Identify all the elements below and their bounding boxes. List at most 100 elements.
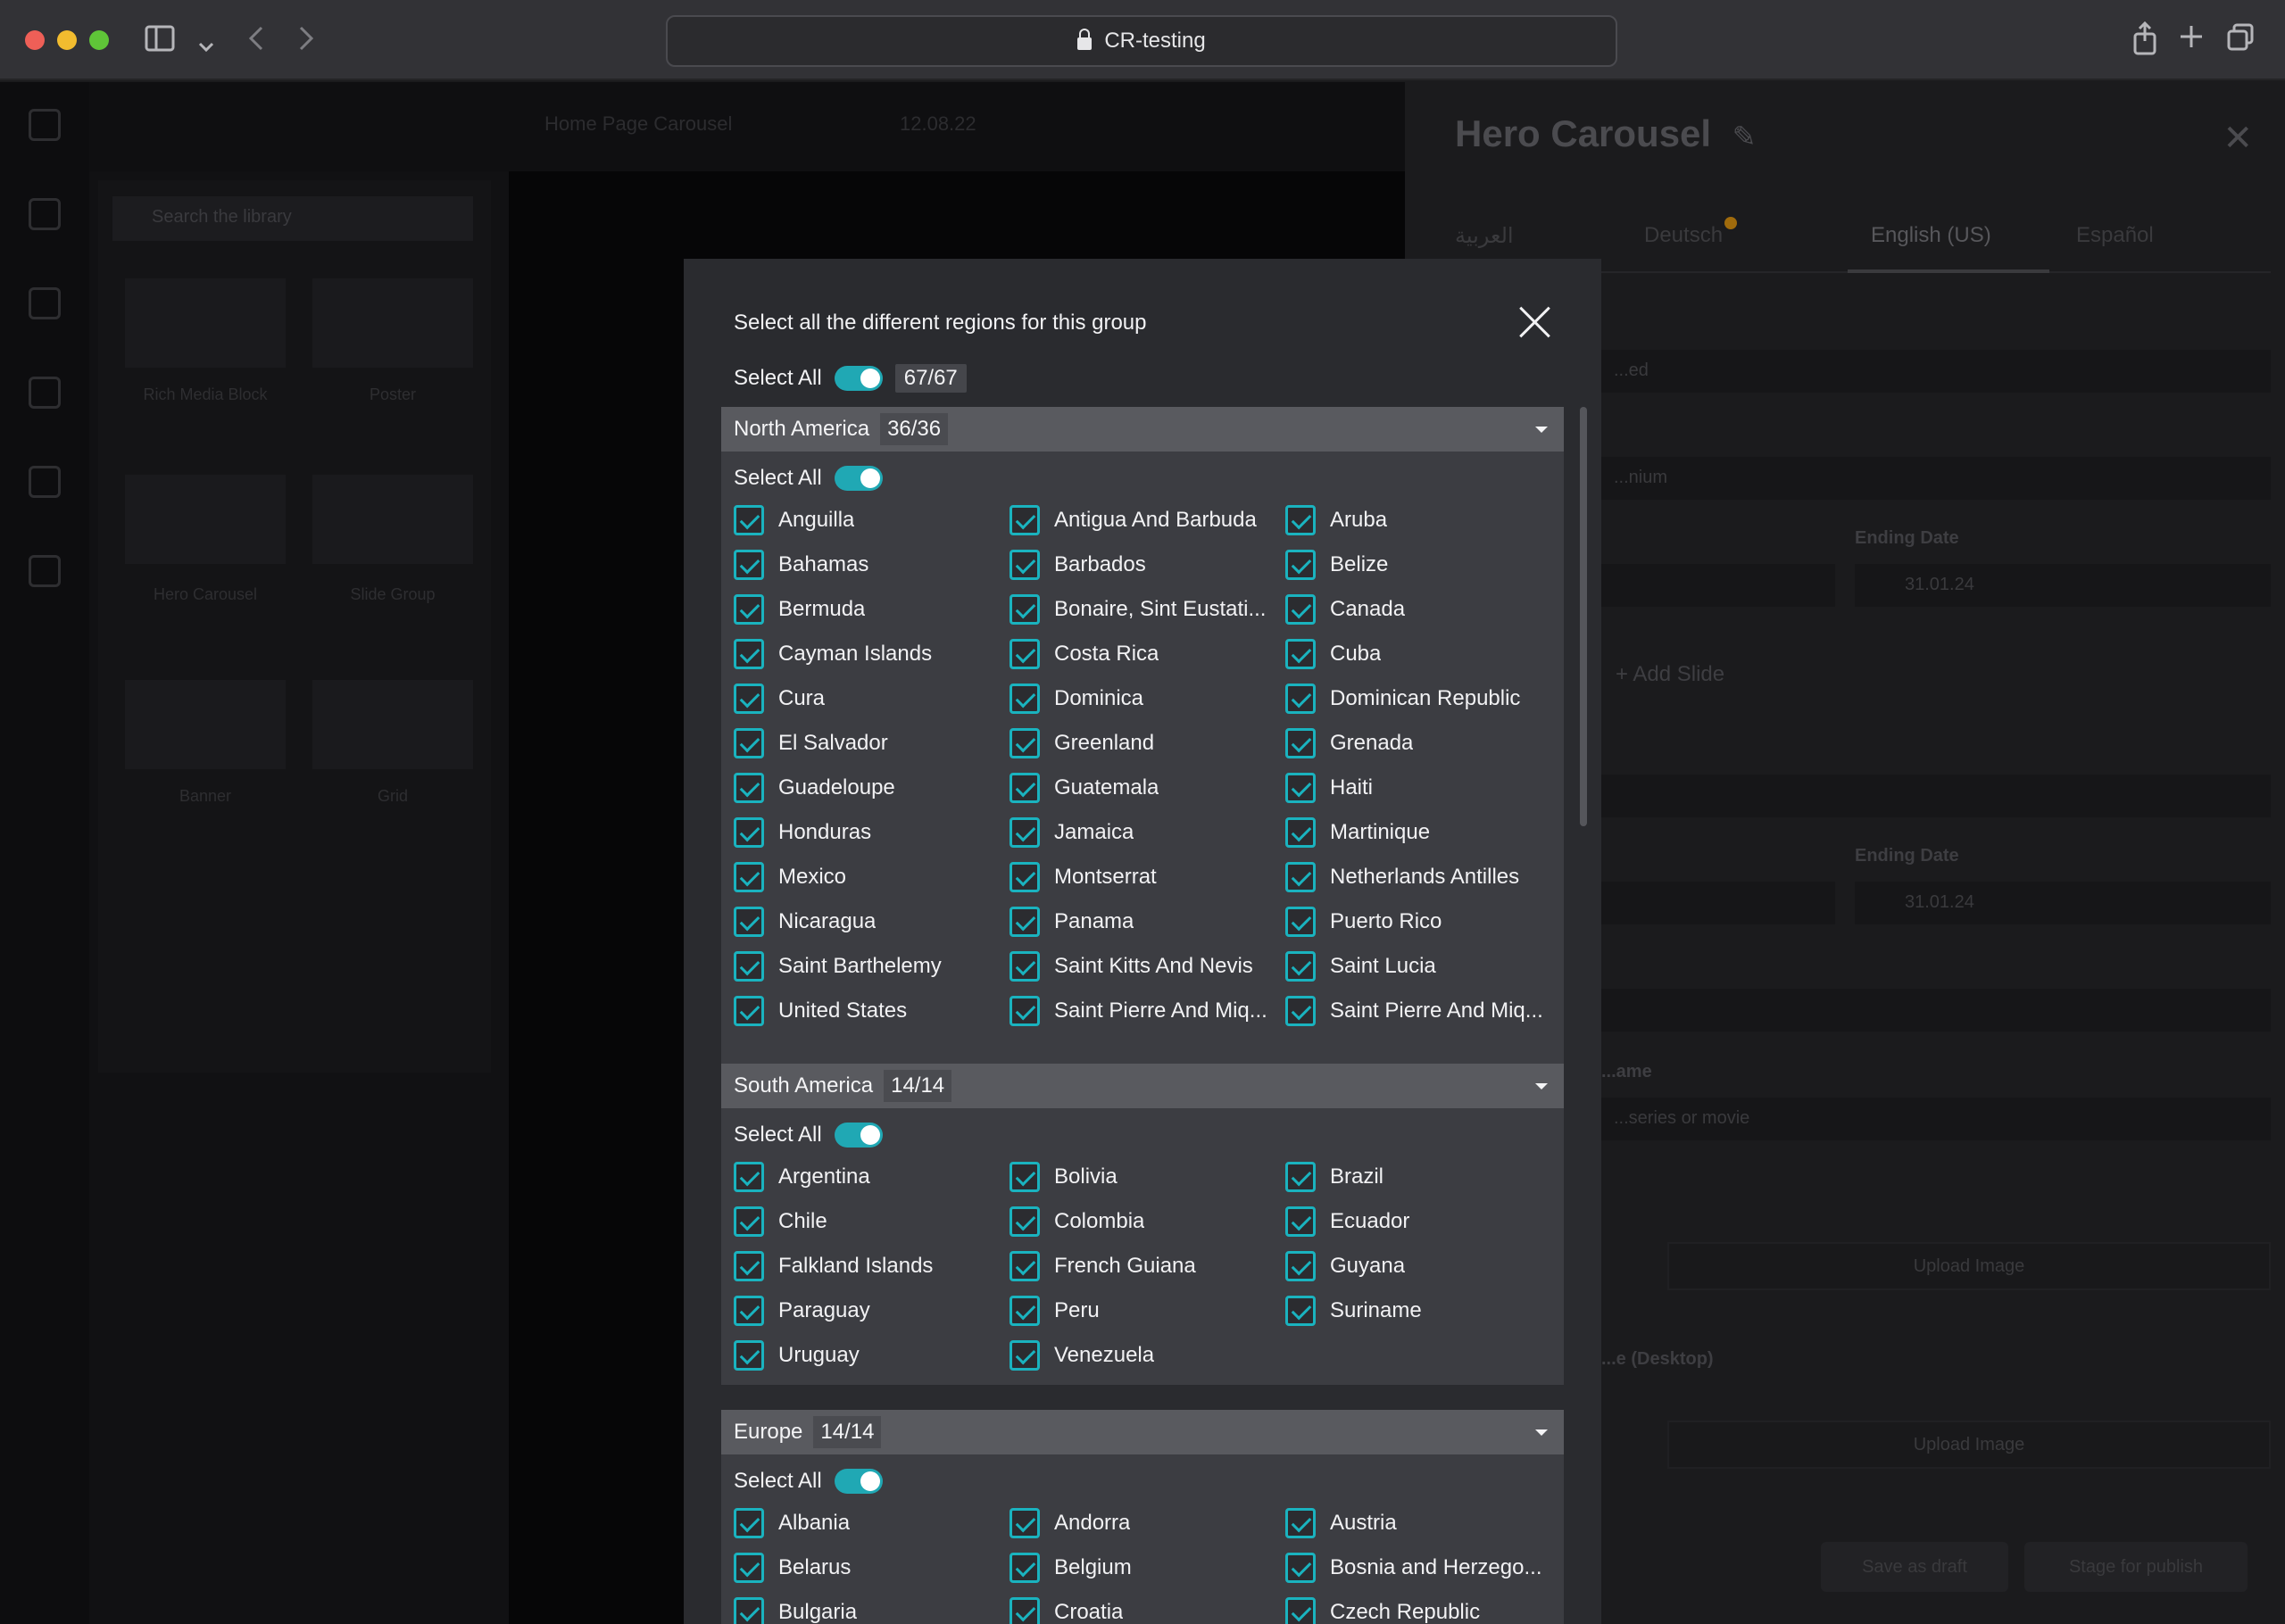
country-checkbox-item[interactable]: Greenland	[1010, 728, 1285, 758]
window-close-button[interactable]	[25, 30, 45, 50]
checkbox-checked-icon[interactable]	[734, 1162, 764, 1192]
country-checkbox-item[interactable]: Andorra	[1010, 1508, 1285, 1538]
checkbox-checked-icon[interactable]	[1285, 505, 1316, 535]
country-checkbox-item[interactable]: Jamaica	[1010, 817, 1285, 848]
group-header[interactable]: North America 36/36	[721, 407, 1564, 452]
country-checkbox-item[interactable]: Croatia	[1010, 1597, 1285, 1624]
country-checkbox-item[interactable]: Bosnia and Herzego...	[1285, 1553, 1561, 1583]
checkbox-checked-icon[interactable]	[734, 996, 764, 1026]
country-checkbox-item[interactable]: Austria	[1285, 1508, 1561, 1538]
checkbox-checked-icon[interactable]	[1285, 817, 1316, 848]
country-checkbox-item[interactable]: Argentina	[734, 1162, 1010, 1192]
checkbox-checked-icon[interactable]	[1285, 728, 1316, 758]
checkbox-checked-icon[interactable]	[1285, 1296, 1316, 1326]
checkbox-checked-icon[interactable]	[734, 773, 764, 803]
window-zoom-button[interactable]	[89, 30, 109, 50]
country-checkbox-item[interactable]: Nicaragua	[734, 907, 1010, 937]
country-checkbox-item[interactable]: Albania	[734, 1508, 1010, 1538]
country-checkbox-item[interactable]: Suriname	[1285, 1296, 1561, 1326]
checkbox-checked-icon[interactable]	[734, 639, 764, 669]
checkbox-checked-icon[interactable]	[1285, 907, 1316, 937]
checkbox-checked-icon[interactable]	[1285, 773, 1316, 803]
checkbox-checked-icon[interactable]	[1010, 951, 1040, 982]
checkbox-checked-icon[interactable]	[1010, 594, 1040, 625]
checkbox-checked-icon[interactable]	[1010, 1162, 1040, 1192]
country-checkbox-item[interactable]: Bahamas	[734, 550, 1010, 580]
country-checkbox-item[interactable]: French Guiana	[1010, 1251, 1285, 1281]
modal-scrollbar[interactable]	[1580, 407, 1587, 826]
country-checkbox-item[interactable]: Anguilla	[734, 505, 1010, 535]
checkbox-checked-icon[interactable]	[1010, 1340, 1040, 1371]
checkbox-checked-icon[interactable]	[1010, 1553, 1040, 1583]
checkbox-checked-icon[interactable]	[1010, 996, 1040, 1026]
country-checkbox-item[interactable]: Uruguay	[734, 1340, 1010, 1371]
country-checkbox-item[interactable]: Dominica	[1010, 684, 1285, 714]
country-checkbox-item[interactable]: Saint Pierre And Miq...	[1010, 996, 1285, 1026]
checkbox-checked-icon[interactable]	[1010, 684, 1040, 714]
country-checkbox-item[interactable]: Dominican Republic	[1285, 684, 1561, 714]
country-checkbox-item[interactable]: Saint Barthelemy	[734, 951, 1010, 982]
close-icon[interactable]	[1517, 305, 1553, 341]
country-checkbox-item[interactable]: Guyana	[1285, 1251, 1561, 1281]
country-checkbox-item[interactable]: United States	[734, 996, 1010, 1026]
window-minimize-button[interactable]	[57, 30, 77, 50]
country-checkbox-item[interactable]: Puerto Rico	[1285, 907, 1561, 937]
country-checkbox-item[interactable]: Cayman Islands	[734, 639, 1010, 669]
chevron-down-icon[interactable]	[198, 29, 214, 59]
checkbox-checked-icon[interactable]	[1010, 907, 1040, 937]
checkbox-checked-icon[interactable]	[734, 907, 764, 937]
country-checkbox-item[interactable]: Aruba	[1285, 505, 1561, 535]
checkbox-checked-icon[interactable]	[1010, 817, 1040, 848]
country-checkbox-item[interactable]: Cuba	[1285, 639, 1561, 669]
country-checkbox-item[interactable]: Netherlands Antilles	[1285, 862, 1561, 892]
country-checkbox-item[interactable]: Paraguay	[734, 1296, 1010, 1326]
country-checkbox-item[interactable]: Guadeloupe	[734, 773, 1010, 803]
chevron-down-icon[interactable]	[1535, 427, 1548, 433]
country-checkbox-item[interactable]: Grenada	[1285, 728, 1561, 758]
country-checkbox-item[interactable]: Bermuda	[734, 594, 1010, 625]
checkbox-checked-icon[interactable]	[734, 1296, 764, 1326]
select-all-toggle[interactable]	[834, 366, 883, 391]
checkbox-checked-icon[interactable]	[734, 594, 764, 625]
checkbox-checked-icon[interactable]	[1010, 550, 1040, 580]
country-checkbox-item[interactable]: Mexico	[734, 862, 1010, 892]
checkbox-checked-icon[interactable]	[1285, 1251, 1316, 1281]
checkbox-checked-icon[interactable]	[1285, 951, 1316, 982]
country-checkbox-item[interactable]: Haiti	[1285, 773, 1561, 803]
checkbox-checked-icon[interactable]	[734, 1508, 764, 1538]
country-checkbox-item[interactable]: Martinique	[1285, 817, 1561, 848]
country-checkbox-item[interactable]: Bonaire, Sint Eustati...	[1010, 594, 1285, 625]
country-checkbox-item[interactable]: Falkland Islands	[734, 1251, 1010, 1281]
checkbox-checked-icon[interactable]	[1285, 639, 1316, 669]
checkbox-checked-icon[interactable]	[1285, 550, 1316, 580]
country-checkbox-item[interactable]: Bulgaria	[734, 1597, 1010, 1624]
share-icon[interactable]	[2131, 21, 2158, 61]
country-checkbox-item[interactable]: Saint Kitts And Nevis	[1010, 951, 1285, 982]
checkbox-checked-icon[interactable]	[734, 550, 764, 580]
country-checkbox-item[interactable]: Honduras	[734, 817, 1010, 848]
tabs-overview-icon[interactable]	[2226, 23, 2255, 57]
country-checkbox-item[interactable]: Venezuela	[1010, 1340, 1285, 1371]
checkbox-checked-icon[interactable]	[1285, 1206, 1316, 1237]
checkbox-checked-icon[interactable]	[1010, 1206, 1040, 1237]
checkbox-checked-icon[interactable]	[734, 1340, 764, 1371]
chevron-down-icon[interactable]	[1535, 1429, 1548, 1436]
country-checkbox-item[interactable]: Guatemala	[1010, 773, 1285, 803]
country-checkbox-item[interactable]: Cura	[734, 684, 1010, 714]
checkbox-checked-icon[interactable]	[734, 728, 764, 758]
chevron-down-icon[interactable]	[1535, 1083, 1548, 1090]
country-checkbox-item[interactable]: Saint Pierre And Miq...	[1285, 996, 1561, 1026]
country-checkbox-item[interactable]: Antigua And Barbuda	[1010, 505, 1285, 535]
checkbox-checked-icon[interactable]	[1285, 1553, 1316, 1583]
checkbox-checked-icon[interactable]	[1285, 684, 1316, 714]
checkbox-checked-icon[interactable]	[734, 817, 764, 848]
checkbox-checked-icon[interactable]	[1010, 639, 1040, 669]
checkbox-checked-icon[interactable]	[1010, 773, 1040, 803]
checkbox-checked-icon[interactable]	[1285, 1508, 1316, 1538]
country-checkbox-item[interactable]: Brazil	[1285, 1162, 1561, 1192]
country-checkbox-item[interactable]: Peru	[1010, 1296, 1285, 1326]
country-checkbox-item[interactable]: Belgium	[1010, 1553, 1285, 1583]
country-checkbox-item[interactable]: Costa Rica	[1010, 639, 1285, 669]
group-header[interactable]: Europe 14/14	[721, 1410, 1564, 1454]
checkbox-checked-icon[interactable]	[1010, 728, 1040, 758]
